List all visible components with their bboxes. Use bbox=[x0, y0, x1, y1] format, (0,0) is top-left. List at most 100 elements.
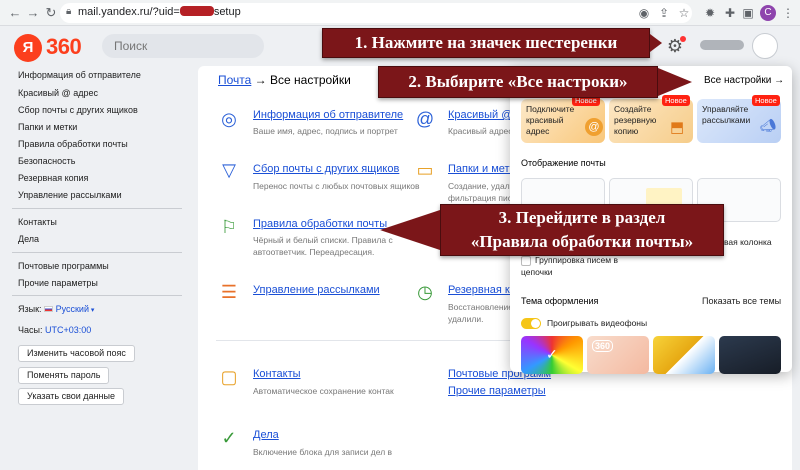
language-select[interactable]: Русский bbox=[56, 304, 89, 314]
notification-dot bbox=[680, 36, 686, 42]
reload-icon[interactable]: ↻ bbox=[42, 4, 60, 22]
setting-contacts-desc: Автоматическое сохранение контак bbox=[253, 386, 394, 396]
at-sign-icon: @ bbox=[415, 109, 435, 129]
setting-mail-collection-desc: Перенос почты с любых почтовых ящиков bbox=[253, 181, 420, 191]
sidebar-item-sender-info[interactable]: Информация об отправителе bbox=[18, 70, 141, 80]
specify-data-button[interactable]: Указать свои данные bbox=[18, 388, 124, 405]
forward-icon[interactable]: → bbox=[24, 4, 42, 22]
grouping-checkbox[interactable] bbox=[521, 256, 531, 266]
setting-backup-link[interactable]: Резервная ко bbox=[448, 284, 516, 296]
change-timezone-button[interactable]: Изменить часовой пояс bbox=[18, 345, 135, 362]
sidebar-item-backup[interactable]: Резервная копия bbox=[18, 173, 88, 183]
timezone-value[interactable]: UTC+03:00 bbox=[45, 325, 91, 335]
theme-selected-check-icon: ✓ bbox=[546, 346, 558, 362]
step2-callout: 2. Выбирите «Все настроки» bbox=[378, 66, 658, 98]
grouping-label: Группировка писем в bbox=[535, 255, 618, 265]
sidebar-divider bbox=[12, 295, 182, 296]
todo-check-icon: ✓ bbox=[221, 428, 237, 448]
change-password-button[interactable]: Поменять пароль bbox=[18, 367, 110, 384]
puzzle-icon[interactable]: ✚ bbox=[722, 5, 738, 21]
setting-rules-desc: Чёрный и белый списки. Правила с bbox=[253, 235, 393, 245]
search-input[interactable] bbox=[102, 34, 264, 58]
url-text: mail.yandex.ru/?uid= setup bbox=[78, 6, 241, 18]
share-icon[interactable]: ⇪ bbox=[656, 5, 672, 21]
theme-360-label: 360 bbox=[592, 340, 614, 352]
setting-folders-link[interactable]: Папки и метк bbox=[448, 163, 514, 175]
theme-heading: Тема оформления bbox=[521, 296, 599, 306]
setting-contacts-link[interactable]: Контакты bbox=[253, 368, 301, 380]
timezone-row: Часы: UTC+03:00 bbox=[18, 325, 92, 335]
back-icon[interactable]: ← bbox=[6, 4, 24, 22]
backup-clock-icon: ◷ bbox=[417, 282, 433, 302]
step3-callout: 3. Перейдите в раздел «Правила обработки … bbox=[440, 204, 724, 256]
step3-arrow bbox=[380, 210, 440, 250]
video-toggle-label: Проигрывать видеофоны bbox=[547, 318, 648, 328]
sidebar-item-other-params[interactable]: Прочие параметры bbox=[18, 278, 98, 288]
browser-profile-avatar[interactable]: C bbox=[760, 5, 776, 21]
backup-box-icon: ⬒ bbox=[670, 119, 685, 136]
username-redacted bbox=[700, 40, 744, 50]
sidebar-item-subscriptions[interactable]: Управление рассылками bbox=[18, 190, 122, 200]
grouping-label-2: цепочки bbox=[521, 267, 553, 277]
rules-flag-icon: ⚐ bbox=[220, 217, 238, 237]
funnel-icon: ▽ bbox=[222, 160, 236, 180]
russia-flag-icon bbox=[44, 306, 54, 312]
setting-rules-link[interactable]: Правила обработки почты bbox=[253, 218, 387, 230]
video-toggle[interactable] bbox=[521, 318, 541, 329]
sidebar-divider bbox=[12, 252, 182, 253]
sidebar-item-folders[interactable]: Папки и метки bbox=[18, 122, 77, 132]
at-badge-icon: @ bbox=[585, 118, 603, 136]
sidebar-divider bbox=[12, 208, 182, 209]
theme-dark[interactable] bbox=[719, 336, 781, 374]
theme-autumn[interactable] bbox=[653, 336, 715, 374]
mail-display-heading: Отображение почты bbox=[521, 158, 606, 168]
section-divider bbox=[216, 340, 516, 341]
setting-rules-desc-2: автоответчик. Переадресация. bbox=[253, 247, 375, 257]
eye-icon[interactable]: ◉ bbox=[636, 5, 652, 21]
all-settings-link[interactable]: Все настройки → bbox=[704, 75, 784, 86]
contacts-icon: ▢ bbox=[220, 367, 238, 387]
column-option-label[interactable]: вая колонка bbox=[724, 237, 772, 247]
setting-todo-desc: Включение блока для записи дел в bbox=[253, 447, 393, 457]
yandex-logo[interactable]: Я bbox=[14, 34, 42, 62]
folder-icon: ▭ bbox=[416, 160, 434, 180]
user-info-icon: ◎ bbox=[221, 109, 237, 129]
new-badge: Новое bbox=[752, 95, 780, 106]
redacted-uid bbox=[179, 6, 214, 16]
promo-card-newsletters-text: Управляйте рассылками bbox=[702, 104, 751, 125]
menu-dots-icon[interactable]: ⋮ bbox=[780, 5, 796, 21]
setting-subscriptions-link[interactable]: Управление рассылками bbox=[253, 284, 380, 296]
breadcrumb-mail-link[interactable]: Почта bbox=[218, 73, 251, 87]
setting-mail-collection-link[interactable]: Сбор почты с других ящиков bbox=[253, 163, 399, 175]
star-icon[interactable]: ☆ bbox=[676, 5, 692, 21]
sidebar-item-mail-programs[interactable]: Почтовые программы bbox=[18, 261, 109, 271]
breadcrumb: Почта → Все настройки bbox=[218, 73, 351, 87]
setting-backup-desc-2: удалили. bbox=[448, 314, 484, 324]
language-row: Язык: Русский ▾ bbox=[18, 304, 95, 314]
step2-arrow bbox=[658, 68, 692, 96]
setting-sender-info-link[interactable]: Информация об отправителе bbox=[253, 109, 403, 121]
sidebar-item-contacts[interactable]: Контакты bbox=[18, 217, 57, 227]
lock-icon[interactable]: 🔒︎ bbox=[66, 6, 71, 17]
show-all-themes-link[interactable]: Показать все темы bbox=[702, 296, 781, 306]
setting-todo-link[interactable]: Дела bbox=[253, 429, 279, 441]
logo-360-text: 360 bbox=[46, 34, 82, 59]
step1-arrow bbox=[650, 34, 662, 52]
split-icon[interactable]: ▣ bbox=[740, 5, 756, 21]
new-badge: Новое bbox=[662, 95, 690, 106]
setting-beautiful-address-link[interactable]: Красивый @ bbox=[448, 109, 512, 121]
sidebar-item-beautiful-address[interactable]: Красивый @ адрес bbox=[18, 88, 98, 98]
setting-sender-info-desc: Ваше имя, адрес, подпись и портрет bbox=[253, 126, 398, 136]
sidebar-item-todo[interactable]: Дела bbox=[18, 234, 39, 244]
megaphone-icon: 📣︎ bbox=[760, 118, 777, 133]
promo-card-backup-text: Создайте резервную копию bbox=[614, 104, 657, 136]
sidebar-item-rules[interactable]: Правила обработки почты bbox=[18, 139, 128, 149]
newsletter-icon: ☰ bbox=[220, 282, 238, 302]
gear-icon[interactable]: ✹ bbox=[702, 5, 718, 21]
step3-line2: «Правила обработки почты» bbox=[470, 232, 694, 251]
avatar[interactable] bbox=[752, 33, 778, 59]
sidebar-item-mail-collection[interactable]: Сбор почты с других ящиков bbox=[18, 105, 138, 115]
setting-other-params-link[interactable]: Прочие параметры bbox=[448, 385, 546, 397]
sidebar-item-security[interactable]: Безопасность bbox=[18, 156, 75, 166]
promo-card-address-text: Подключите красивый адрес bbox=[526, 104, 575, 136]
